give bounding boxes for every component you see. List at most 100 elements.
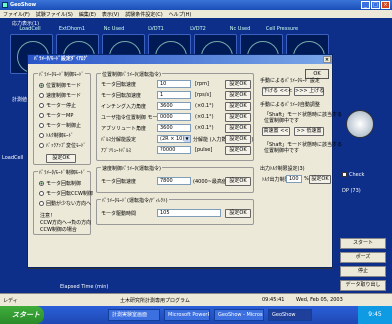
shaft-note: 位置制御中です: [264, 148, 300, 154]
maximize-button[interactable]: □: [371, 1, 380, 9]
inching-angle-input[interactable]: 3600: [157, 102, 191, 110]
user-position-input[interactable]: 0000: [157, 113, 191, 121]
clock: 9:45: [358, 306, 392, 324]
dialog-close-button[interactable]: ×: [323, 56, 331, 63]
mode-radio[interactable]: 速度制御モード: [39, 92, 81, 99]
taskbar-item[interactable]: GeoShow - Micros...: [214, 309, 264, 321]
direction-radio[interactable]: 回動が少ない方向へ: [39, 200, 91, 207]
pulse-resolution-select[interactable]: (2R × 10): [157, 135, 191, 143]
pos-set-button[interactable]: 設定OK: [225, 135, 251, 144]
menu-help[interactable]: ヘルプ(H): [169, 11, 192, 18]
pos-set-button[interactable]: 設定OK: [225, 91, 251, 100]
drive-time-group-title: ﾊﾟﾗﾒｰﾀﾓｰﾄﾞ(運転指令/ﾃﾞｨﾚｸﾄ): [101, 197, 169, 204]
dp-label: DP (73): [342, 188, 361, 194]
menu-edit[interactable]: 編集(E): [79, 11, 96, 18]
status-program: 土木研究所計測専用プログラム: [120, 298, 190, 304]
direction-note: 注意！: [40, 213, 56, 219]
channel-headers: LoadCell ExtDhom1 Nc Used LVDT1 LVDT2 Nc…: [12, 26, 300, 32]
drive-time-group: ﾊﾟﾗﾒｰﾀﾓｰﾄﾞ(運転指令/ﾃﾞｨﾚｸﾄ) モータ駆動時間 105 設定OK: [96, 197, 254, 225]
channel-header: LoadCell: [19, 26, 41, 32]
mode-set-button[interactable]: 設定OK: [46, 154, 76, 163]
close-window-button[interactable]: ×: [381, 1, 390, 9]
speed-dial-knob[interactable]: [346, 110, 374, 138]
mode-radio[interactable]: ﾄﾙｸ制御ﾓｰﾄﾞ: [39, 132, 74, 139]
pos-set-button[interactable]: 設定OK: [225, 102, 251, 111]
direction-radio[interactable]: モータ回転CCW制御: [39, 190, 93, 197]
menu-file[interactable]: ファイル(F): [3, 11, 30, 18]
status-time: 09:45:41: [262, 297, 285, 303]
speed-row-label: モータ回転速度: [101, 179, 137, 185]
pause-button[interactable]: ポーズ: [340, 252, 386, 263]
pos-set-button[interactable]: 設定OK: [225, 113, 251, 122]
absolute-pulse-input[interactable]: ?0000: [157, 146, 191, 154]
drive-time-input[interactable]: 105: [157, 209, 221, 217]
data-export-button[interactable]: データ取り出し: [340, 280, 386, 291]
pos-set-button[interactable]: 設定OK: [225, 124, 251, 133]
motor-accel-input[interactable]: 1: [157, 91, 191, 99]
mode-radio[interactable]: モーター停止: [39, 102, 76, 109]
pulse-resolution-label: ﾊﾟﾙｽ分解能設定: [101, 137, 137, 143]
shaft-note: 位置制御中です: [264, 118, 300, 124]
menu-view[interactable]: 表示(V): [102, 11, 119, 18]
increase-button[interactable]: >>> 上げる: [294, 87, 324, 96]
mode-radio[interactable]: モーター制御止: [39, 122, 81, 129]
pos-row-label: ユーザ指令位置制御 モータ内部速度指令: [101, 115, 157, 121]
direction-radio[interactable]: モータ回転制御: [39, 180, 81, 187]
speed-set-button[interactable]: 設定OK: [225, 177, 251, 186]
check-toggle[interactable]: Check: [342, 172, 364, 178]
position-control-group: 位置制御ﾊﾟﾗﾒｰﾀ(運転指令) モータ回転速度 10 [rpm] 設定OK モ…: [96, 71, 254, 161]
start-button-taskbar[interactable]: スタート: [0, 306, 44, 324]
torque-limit-input[interactable]: 100: [286, 175, 302, 183]
start-button[interactable]: スタート: [340, 238, 386, 249]
dialog-titlebar: ﾊﾟﾗﾒｰﾀ/ﾓｰﾄﾞ設定ﾀﾞｲｱﾛｸﾞ ×: [28, 55, 332, 64]
position-group-title: 位置制御ﾊﾟﾗﾒｰﾀ(運転指令): [101, 71, 162, 78]
right-control-panel: Check DP (73) スタート ポーズ 停止 データ取り出し: [336, 52, 390, 302]
direction-group-title: ﾊﾟﾗﾒｰﾀ/ﾓｰﾄﾞ制御ﾓｰﾄﾞ: [38, 169, 87, 176]
direction-note: CCW制御の場合: [40, 227, 77, 233]
pos-row-label: モータ回転速度: [101, 82, 137, 88]
pos-row-unit: [pulse]: [195, 147, 213, 153]
direction-group: ﾊﾟﾗﾒｰﾀ/ﾓｰﾄﾞ制御ﾓｰﾄﾞ モータ回転制御 モータ回転CCW制御 回動が…: [33, 169, 93, 235]
speed-motor-input[interactable]: 7800: [157, 177, 191, 185]
mode-radio[interactable]: モーターMP: [39, 112, 73, 119]
motor-speed-input[interactable]: 10: [157, 80, 191, 88]
decrease-button[interactable]: 下げる <<<: [262, 87, 292, 96]
pos-set-button[interactable]: 設定OK: [225, 80, 251, 89]
pos-row-unit: (×0.1°): [195, 114, 214, 120]
channel-header: LVDT1: [148, 26, 164, 32]
window-titlebar: GeoShow _ □ ×: [0, 0, 392, 10]
status-date: Wed, Feb 05, 2003: [296, 297, 343, 303]
slow-button[interactable]: >> 低速置: [294, 127, 324, 136]
stop-button[interactable]: 停止: [340, 266, 386, 277]
fast-button[interactable]: 高速置 <<: [262, 127, 290, 136]
manual-mode-note: 手動によるﾊﾟﾗﾒｰﾀﾓｰﾄﾞ設定: [260, 78, 320, 84]
status-bar: レディ 土木研究所計測専用プログラム 09:45:41 Wed, Feb 05,…: [0, 293, 392, 306]
channel-header: Nc Used: [103, 26, 125, 32]
window-title: GeoShow: [10, 2, 37, 8]
torque-limit-set-button[interactable]: 設定OK: [309, 175, 331, 184]
drive-time-label: モータ駆動時間: [101, 211, 137, 217]
taskbar-item[interactable]: 計測実験室画面: [108, 309, 160, 321]
taskbar-item[interactable]: GeoShow: [268, 309, 312, 321]
speed-control-group: 速度制御ﾊﾟﾗﾒｰﾀ(運転指令) モータ回転速度 7800 (4000~最高値)…: [96, 165, 254, 193]
torque-limit-title: 出力ﾄﾙｸ制限設定(3): [260, 166, 305, 172]
mode-radio[interactable]: 位置制御モード: [39, 82, 81, 89]
drive-time-set-button[interactable]: 設定OK: [225, 209, 251, 218]
menu-test-conditions[interactable]: 試験条件設定(C): [125, 11, 162, 18]
absolute-angle-input[interactable]: 3600: [157, 124, 191, 132]
pos-row-label: インチング入力角度: [101, 104, 147, 110]
pos-row-unit: (×0.1°): [195, 125, 214, 131]
absolute-pulse-label: ｱﾌﾞｿﾘｭｰﾄﾊﾟﾙｽ: [101, 148, 132, 154]
loadcell-axis-label: LoadCell: [2, 155, 24, 161]
channel-header: Cell Pressure: [265, 26, 299, 32]
status-ready: レディ: [3, 298, 18, 304]
menu-test-file[interactable]: 試験ファイル(S): [36, 11, 73, 18]
pos-set-button[interactable]: 設定OK: [225, 146, 251, 155]
speed-group-title: 速度制御ﾊﾟﾗﾒｰﾀ(運転指令): [101, 165, 162, 172]
taskbar-item[interactable]: Microsoft PowerPoint: [164, 309, 210, 321]
pos-row-unit: (×0.1°): [195, 103, 214, 109]
mode-radio[interactable]: ﾊﾞｯｸｱｯﾌﾟ変位ﾓｰﾄﾞ: [39, 142, 86, 149]
speed-row-unit: (4000~最高値): [193, 179, 229, 185]
minimize-button[interactable]: _: [361, 1, 370, 9]
taskbar: スタート 計測実験室画面 Microsoft PowerPoint GeoSho…: [0, 306, 392, 324]
